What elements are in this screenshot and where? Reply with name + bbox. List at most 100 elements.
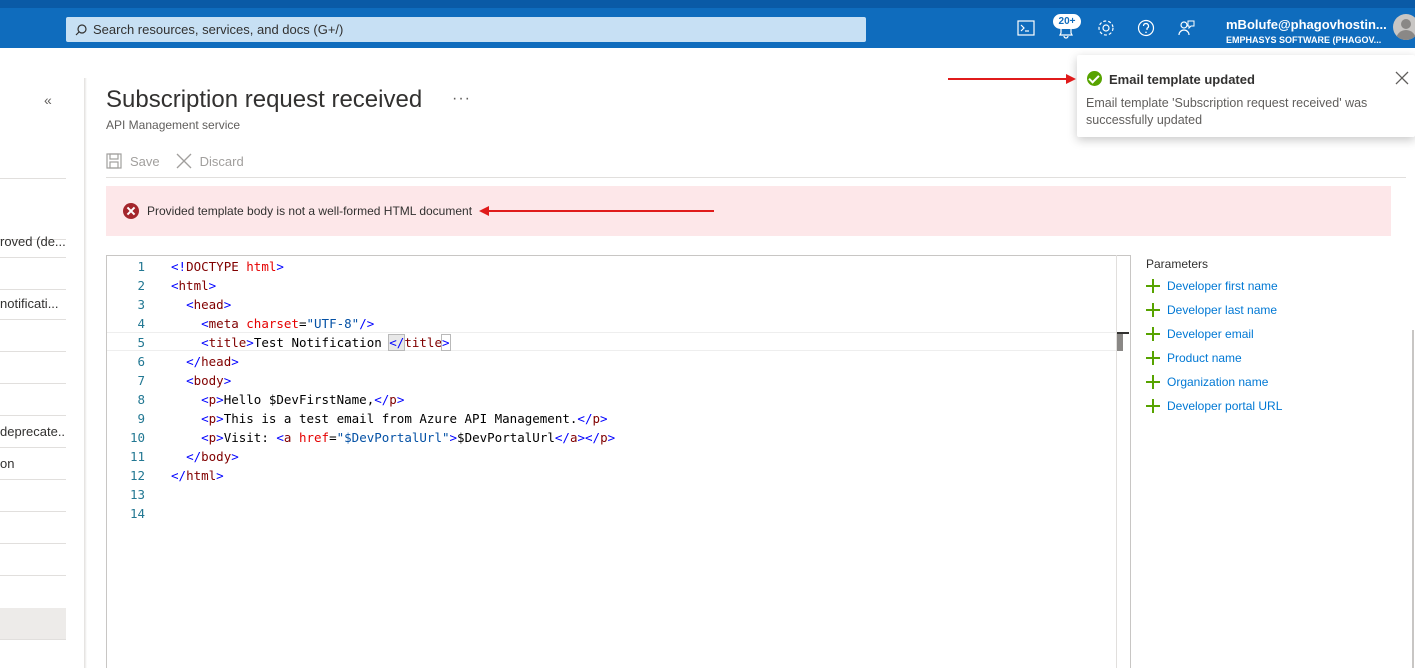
line-number: 3 <box>137 297 145 312</box>
param-developer-first-name[interactable]: Developer first name <box>1146 277 1278 295</box>
code-line-current: 5 <title>Test Notification </title> <box>107 332 1117 351</box>
save-label: Save <box>130 153 160 169</box>
page-title: Subscription request received <box>106 86 423 113</box>
nav-item[interactable] <box>0 384 66 416</box>
line-number: 12 <box>129 468 145 483</box>
line-number: 8 <box>137 392 145 407</box>
code-editor[interactable]: 1 <!DOCTYPE html> 2 <html> 3 <head> 4 <met… <box>106 255 1131 668</box>
add-icon <box>1146 351 1160 365</box>
discard-label: Discard <box>199 153 244 169</box>
line-number: 6 <box>137 354 145 369</box>
error-message: Provided template body is not a well-for… <box>147 204 473 218</box>
line-number: 11 <box>129 449 145 464</box>
add-icon <box>1146 303 1160 317</box>
close-icon[interactable] <box>1395 71 1409 85</box>
code-line: 6 </head> <box>107 352 1117 371</box>
param-organization-name[interactable]: Organization name <box>1146 373 1268 391</box>
parameters-title: Parameters <box>1146 257 1209 271</box>
code-line: 4 <meta charset="UTF-8"/> <box>107 314 1117 333</box>
code-line: 14 <box>107 504 1117 523</box>
code-line: 2 <html> <box>107 276 1117 295</box>
line-number: 1 <box>137 259 145 274</box>
param-developer-last-name[interactable]: Developer last name <box>1146 301 1277 319</box>
code-line: 9 <p>This is a test email from Azure API… <box>107 409 1117 428</box>
notification-count-badge: 20+ <box>1053 14 1081 29</box>
nav-item[interactable]: roved (de... <box>0 226 66 258</box>
code-line: 7 <body> <box>107 371 1117 390</box>
arrow-head <box>479 206 489 216</box>
code-line: 8 <p>Hello $DevFirstName,</p> <box>107 390 1117 409</box>
param-label: Developer email <box>1167 327 1254 341</box>
nav-item[interactable] <box>0 512 66 544</box>
param-developer-email[interactable]: Developer email <box>1146 325 1254 343</box>
cloud-shell-icon[interactable] <box>1015 17 1037 39</box>
search-placeholder: Search resources, services, and docs (G+… <box>93 22 344 37</box>
param-label: Developer first name <box>1167 279 1278 293</box>
line-number: 5 <box>137 335 145 350</box>
discard-button[interactable]: Discard <box>176 153 244 169</box>
help-icon[interactable] <box>1135 17 1157 39</box>
param-label: Developer portal URL <box>1167 399 1283 413</box>
nav-item[interactable] <box>0 480 66 512</box>
page-subtitle: API Management service <box>106 118 241 132</box>
save-icon <box>106 153 122 169</box>
toast-title: Email template updated <box>1109 72 1255 87</box>
code-line: 10 <p>Visit: <a href="$DevPortalUrl">$De… <box>107 428 1117 447</box>
nav-item-selected[interactable] <box>0 608 66 640</box>
code-line: 11 </body> <box>107 447 1117 466</box>
editor-scrollbar-track[interactable] <box>1116 255 1117 668</box>
top-bar: Search resources, services, and docs (G+… <box>0 0 1415 48</box>
param-label: Organization name <box>1167 375 1269 389</box>
code-line: 1 <!DOCTYPE html> <box>107 257 1117 276</box>
param-label: Product name <box>1167 351 1242 365</box>
line-number: 10 <box>129 430 145 445</box>
code-line: 3 <head> <box>107 295 1117 314</box>
nav-item[interactable]: deprecate... <box>0 416 66 448</box>
more-actions-button[interactable]: ··· <box>452 90 471 108</box>
add-icon <box>1146 375 1160 389</box>
annotation-arrow <box>479 206 714 216</box>
line-number: 9 <box>137 411 145 426</box>
success-check-icon <box>1087 71 1102 86</box>
nav-item[interactable] <box>0 544 66 576</box>
line-number: 14 <box>129 506 145 521</box>
command-bar-divider <box>106 177 1406 178</box>
page-scrollbar[interactable] <box>1412 330 1414 668</box>
close-icon <box>176 153 192 169</box>
command-bar: Save Discard <box>106 150 260 172</box>
resource-menu: « roved (de... notificati... deprecate..… <box>0 48 70 668</box>
collapse-menu-icon[interactable]: « <box>44 92 52 108</box>
add-icon <box>1146 327 1160 341</box>
account-name[interactable]: mBolufe@phagovhostin... <box>1226 17 1387 32</box>
top-bar-edge <box>0 0 1415 8</box>
settings-icon[interactable] <box>1095 17 1117 39</box>
line-number: 7 <box>137 373 145 388</box>
param-label: Developer last name <box>1167 303 1278 317</box>
nav-item[interactable]: notificati... <box>0 288 66 320</box>
nav-item[interactable] <box>0 352 66 384</box>
code-line: 12 </html> <box>107 466 1117 485</box>
search-input[interactable]: Search resources, services, and docs (G+… <box>66 17 866 42</box>
nav-divider <box>0 177 66 179</box>
add-icon <box>1146 399 1160 413</box>
line-number: 2 <box>137 278 145 293</box>
arrow-head <box>1066 74 1076 84</box>
param-product-name[interactable]: Product name <box>1146 349 1242 367</box>
add-icon <box>1146 279 1160 293</box>
blade-shadow <box>84 78 87 668</box>
save-button[interactable]: Save <box>106 153 160 169</box>
error-icon <box>123 203 139 219</box>
toast-notification: Email template updated Email template 'S… <box>1077 55 1415 137</box>
nav-item[interactable]: on <box>0 448 66 480</box>
editor-scrollbar-thumb[interactable] <box>1117 334 1123 351</box>
feedback-icon[interactable] <box>1175 17 1197 39</box>
param-developer-portal-url[interactable]: Developer portal URL <box>1146 397 1282 415</box>
nav-item[interactable] <box>0 320 66 352</box>
annotation-arrow <box>948 74 1076 84</box>
line-number: 13 <box>129 487 145 502</box>
code-line: 13 <box>107 485 1117 504</box>
avatar[interactable] <box>1393 14 1415 40</box>
account-directory: EMPHASYS SOFTWARE (PHAGOV... <box>1226 35 1382 45</box>
toast-body: Email template 'Subscription request rec… <box>1086 96 1368 127</box>
nav-item[interactable] <box>0 258 66 290</box>
